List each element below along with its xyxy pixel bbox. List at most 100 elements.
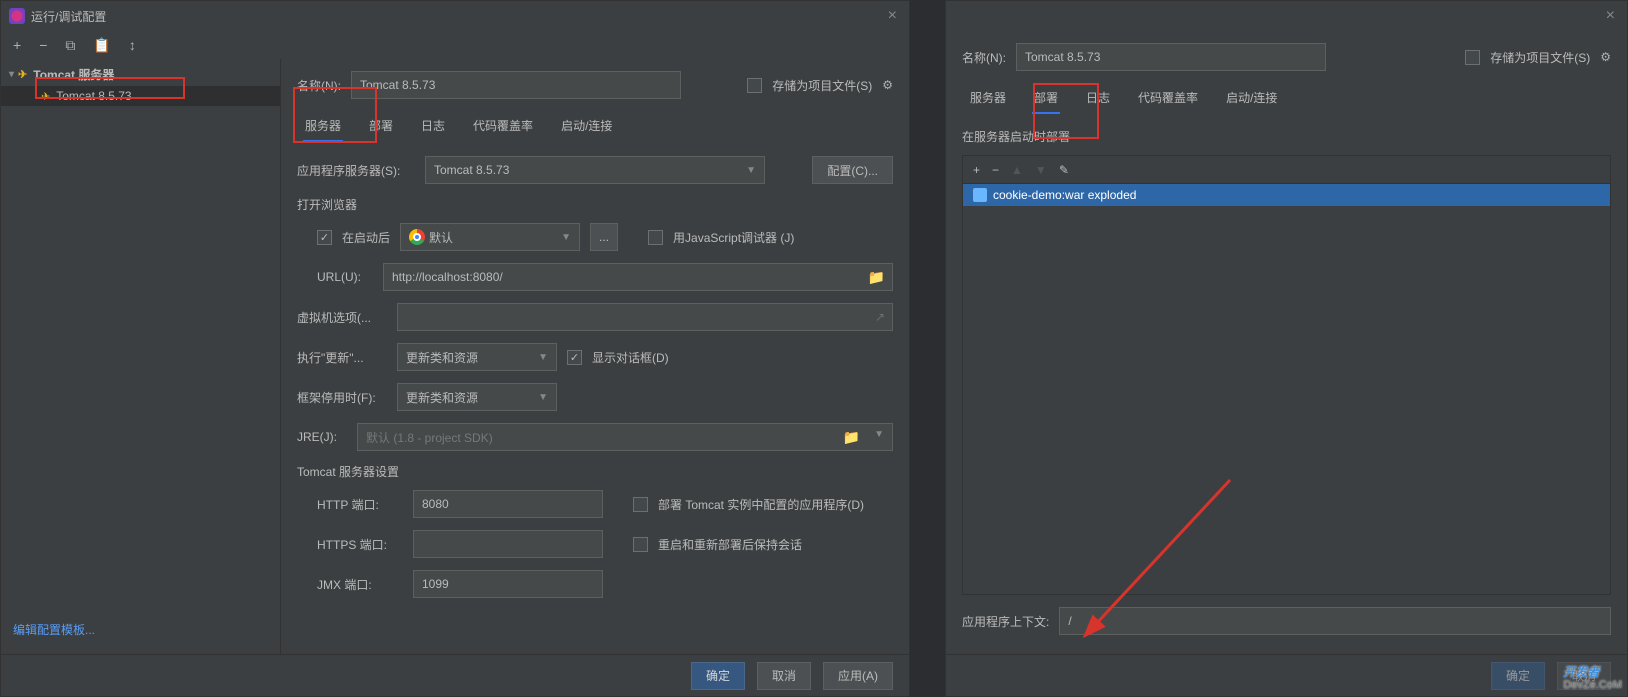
browser-select[interactable]: 默认 ▼ [400, 223, 580, 251]
js-debugger-label: 用JavaScript调试器 (J) [673, 229, 794, 246]
deploy-instance-checkbox[interactable] [633, 497, 648, 512]
on-frame-label: 框架停用时(F): [297, 389, 387, 406]
open-browser-label: 打开浏览器 [297, 196, 893, 213]
body-split: ▾ ✈ Tomcat 服务器 ✈ Tomcat 8.5.73 名称(N): 存储… [1, 59, 909, 654]
caret-down-icon: ▼ [538, 392, 548, 403]
configure-button[interactable]: 配置(C)... [812, 156, 893, 184]
after-launch-label: 在启动后 [342, 229, 390, 246]
watermark-main: 开发者 [1563, 665, 1599, 679]
titlebar: × [946, 1, 1627, 31]
https-port-input[interactable] [413, 530, 603, 558]
tree-group-label: Tomcat 服务器 [33, 66, 114, 83]
tomcat-icon: ✈ [18, 68, 27, 81]
url-label: URL(U): [317, 270, 373, 284]
after-launch-checkbox[interactable] [317, 230, 332, 245]
tab-deploy[interactable]: 部署 [1032, 83, 1060, 114]
dialog-footer: 确定 取消 [946, 654, 1627, 696]
sort-button[interactable]: ↕ [125, 35, 140, 55]
artifact-label: cookie-demo:war exploded [993, 188, 1136, 202]
edit-button[interactable]: ✎ [1059, 163, 1069, 177]
app-server-value: Tomcat 8.5.73 [434, 163, 509, 177]
caret-down-icon: ▼ [874, 429, 884, 446]
name-input[interactable] [351, 71, 681, 99]
titlebar: 运行/调试配置 × [1, 1, 909, 31]
tab-logs[interactable]: 日志 [1084, 83, 1112, 114]
tree-item-tomcat[interactable]: ✈ Tomcat 8.5.73 [1, 86, 280, 106]
config-tree: ▾ ✈ Tomcat 服务器 ✈ Tomcat 8.5.73 [1, 59, 281, 654]
tab-startup[interactable]: 启动/连接 [1224, 83, 1279, 114]
tab-deploy[interactable]: 部署 [367, 111, 395, 142]
on-update-value: 更新类和资源 [406, 349, 478, 366]
name-input[interactable] [1016, 43, 1326, 71]
gear-icon[interactable]: ⚙ [882, 78, 893, 92]
artifact-item[interactable]: cookie-demo:war exploded [963, 184, 1610, 206]
run-config-dialog-right: × 名称(N): 存储为项目文件(S) ⚙ 服务器 部署 日志 代码覆盖率 启动… [945, 0, 1628, 697]
vm-options-label: 虚拟机选项(... [297, 309, 387, 326]
caret-down-icon: ▼ [746, 165, 756, 176]
add-button[interactable]: + [9, 35, 25, 55]
copy-button[interactable]: ⧉ [61, 35, 79, 56]
gear-icon[interactable]: ⚙ [1600, 50, 1611, 64]
folder-icon[interactable]: 📁 [843, 429, 860, 446]
up-button[interactable]: ▲ [1011, 163, 1023, 177]
http-port-label: HTTP 端口: [317, 496, 403, 513]
store-as-file-label: 存储为项目文件(S) [1490, 49, 1590, 66]
chrome-icon [409, 229, 425, 245]
jre-value: 默认 (1.8 - project SDK) [366, 429, 493, 446]
remove-button[interactable]: − [992, 163, 999, 177]
jmx-port-input[interactable] [413, 570, 603, 598]
add-button[interactable]: + [973, 163, 980, 177]
browser-more-button[interactable]: ... [590, 223, 618, 251]
jre-select[interactable]: 默认 (1.8 - project SDK) 📁 ▼ [357, 423, 893, 451]
ok-button[interactable]: 确定 [691, 662, 745, 690]
on-frame-value: 更新类和资源 [406, 389, 478, 406]
on-frame-select[interactable]: 更新类和资源 ▼ [397, 383, 557, 411]
deploy-on-start-label: 在服务器启动时部署 [962, 128, 1611, 145]
tab-logs[interactable]: 日志 [419, 111, 447, 142]
tab-server[interactable]: 服务器 [303, 111, 343, 142]
on-update-label: 执行"更新"... [297, 349, 387, 366]
run-config-dialog-left: 运行/调试配置 × + − ⧉ 📋 ↕ ▾ ✈ Tomcat 服务器 ✈ Tom… [0, 0, 910, 697]
js-debugger-checkbox[interactable] [648, 230, 663, 245]
app-server-select[interactable]: Tomcat 8.5.73 ▼ [425, 156, 765, 184]
show-dialog-checkbox[interactable] [567, 350, 582, 365]
deploy-list: + − ▲ ▼ ✎ cookie-demo:war exploded [962, 155, 1611, 595]
ok-button[interactable]: 确定 [1491, 662, 1545, 690]
deploy-toolbar: + − ▲ ▼ ✎ [963, 156, 1610, 184]
context-input[interactable] [1059, 607, 1611, 635]
tomcat-icon: ✈ [41, 90, 50, 103]
remove-button[interactable]: − [35, 35, 51, 55]
store-as-file-checkbox[interactable] [747, 78, 762, 93]
tab-startup[interactable]: 启动/连接 [559, 111, 614, 142]
url-input[interactable] [383, 263, 893, 291]
vm-options-input[interactable] [397, 303, 893, 331]
save-button[interactable]: 📋 [89, 35, 114, 56]
jre-label: JRE(J): [297, 430, 347, 444]
https-port-label: HTTPS 端口: [317, 536, 403, 553]
close-icon[interactable]: × [1602, 7, 1619, 25]
jmx-port-label: JMX 端口: [317, 576, 403, 593]
close-icon[interactable]: × [884, 7, 901, 25]
apply-button[interactable]: 应用(A) [823, 662, 893, 690]
name-label: 名称(N): [962, 49, 1006, 66]
store-as-file-checkbox[interactable] [1465, 50, 1480, 65]
on-update-select[interactable]: 更新类和资源 ▼ [397, 343, 557, 371]
watermark-sub: DevZe.CoM [1563, 680, 1622, 691]
cancel-button[interactable]: 取消 [757, 662, 811, 690]
tab-server[interactable]: 服务器 [968, 83, 1008, 114]
tree-group-tomcat[interactable]: ▾ ✈ Tomcat 服务器 [1, 63, 280, 86]
app-icon [9, 8, 25, 24]
http-port-input[interactable] [413, 490, 603, 518]
edit-template-link[interactable]: 编辑配置模板... [13, 621, 95, 638]
caret-down-icon: ▼ [538, 352, 548, 363]
folder-icon[interactable]: 📁 [868, 269, 885, 286]
caret-down-icon: ▼ [561, 232, 571, 243]
expand-icon[interactable]: ↗ [875, 310, 885, 324]
preserve-sessions-checkbox[interactable] [633, 537, 648, 552]
down-button[interactable]: ▼ [1035, 163, 1047, 177]
name-label: 名称(N): [297, 77, 341, 94]
tomcat-settings-label: Tomcat 服务器设置 [297, 463, 893, 480]
browser-value: 默认 [429, 229, 453, 246]
tab-coverage[interactable]: 代码覆盖率 [471, 111, 535, 142]
tab-coverage[interactable]: 代码覆盖率 [1136, 83, 1200, 114]
